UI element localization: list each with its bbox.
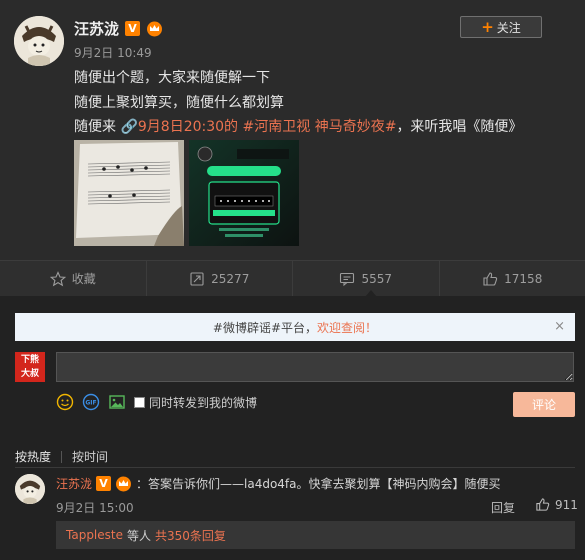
image-icon[interactable] xyxy=(108,393,126,411)
comment-like-button[interactable]: 911 xyxy=(535,497,578,512)
topic-link[interactable]: #河南卫视 神马奇妙夜# xyxy=(243,119,397,135)
tab-sort-hot[interactable]: 按热度 xyxy=(15,448,51,465)
repost-label: 同时转发到我的微博 xyxy=(149,395,258,410)
comment-like-count: 911 xyxy=(555,497,578,512)
logo-line2: 大叔 xyxy=(20,369,39,379)
like-button[interactable]: 17158 xyxy=(440,261,585,296)
close-icon[interactable]: × xyxy=(554,319,565,334)
plus-icon: + xyxy=(481,17,494,36)
crown-icon[interactable] xyxy=(115,475,132,492)
emoji-icon[interactable] xyxy=(56,393,74,411)
comment-author-name[interactable]: 汪苏泷 xyxy=(56,475,92,492)
author-avatar[interactable] xyxy=(14,16,64,66)
composer-tools: GIF 同时转发到我的微博 xyxy=(56,392,257,412)
post-image-sheet-music[interactable] xyxy=(74,140,184,246)
post-text-line1: 随便出个题，大家来随便解一下 xyxy=(74,70,270,86)
line3-suffix: ，来听我唱《随便》 xyxy=(396,119,523,135)
reply-count-link[interactable]: 共350条回复 xyxy=(155,527,226,544)
tab-sort-time[interactable]: 按时间 xyxy=(72,448,108,465)
notice-link[interactable]: 欢迎查阅！ xyxy=(317,319,377,336)
logo-line1: 下熊 xyxy=(20,355,39,365)
post-text-line2: 随便上聚划算买，随便什么都划算 xyxy=(74,95,284,111)
favorite-button[interactable]: 收藏 xyxy=(0,261,147,296)
repost-checkbox[interactable]: 同时转发到我的微博 xyxy=(134,394,257,411)
star-icon xyxy=(49,270,66,286)
notice-text: #微博辟谣#平台， xyxy=(212,320,318,335)
comment-author-avatar[interactable] xyxy=(15,474,45,504)
post-time[interactable]: 9月2日 10:49 xyxy=(74,44,152,61)
verified-icon[interactable]: V xyxy=(125,20,141,36)
divider xyxy=(61,450,63,463)
line3-prefix: 随便来 xyxy=(74,119,116,135)
like-icon xyxy=(536,498,550,511)
like-count: 17158 xyxy=(504,271,543,286)
post-actions-bar: 收藏 25277 5557 17158 xyxy=(0,260,585,296)
comment-text: ：答案告诉你们——la4do4fa。快拿去聚划算【神码内购会】随便买 xyxy=(136,477,501,491)
link-icon[interactable]: 🔗 xyxy=(120,119,137,135)
time-link[interactable]: 9月8日20:30的 xyxy=(138,119,238,135)
post-text-line3: 随便来 🔗9月8日20:30的 #河南卫视 神马奇妙夜#，来听我唱《随便》 xyxy=(74,116,522,136)
comment-count: 5557 xyxy=(361,271,393,286)
svg-text:GIF: GIF xyxy=(85,400,96,407)
reply-middle-text: 等人 xyxy=(127,528,152,543)
gif-icon[interactable]: GIF xyxy=(82,393,100,411)
reply-button[interactable]: 回复 xyxy=(491,499,515,516)
follow-button[interactable]: + 关注 xyxy=(460,16,542,38)
author-row: 汪苏泷 V xyxy=(74,18,163,38)
crown-icon[interactable] xyxy=(146,20,163,37)
favorite-label: 收藏 xyxy=(71,272,96,286)
comment-sort-tabs: 按热度 按时间 xyxy=(15,448,108,465)
comment-time: 9月2日 15:00 xyxy=(56,501,134,515)
rumor-notice-banner: #微博辟谣#平台， 欢迎查阅！ × xyxy=(15,313,575,341)
verified-icon[interactable]: V xyxy=(96,476,112,491)
divider-line xyxy=(15,467,575,468)
comment-input[interactable] xyxy=(56,352,574,382)
user-avatar-logo[interactable]: 下熊 大叔 xyxy=(15,352,45,382)
comment-line: 汪苏泷 V ：答案告诉你们——la4do4fa。快拿去聚划算【神码内购会】随便买 xyxy=(56,475,501,492)
like-icon xyxy=(483,271,498,286)
weibo-post: 汪苏泷 V 9月2日 10:49 + 关注 随便出个题，大家来随便解一下 随便上… xyxy=(0,0,585,260)
author-name[interactable]: 汪苏泷 xyxy=(74,18,119,39)
post-image-promo-poster[interactable] xyxy=(189,140,299,246)
follow-label: 关注 xyxy=(496,20,521,35)
checkbox-box[interactable] xyxy=(134,396,145,408)
repost-icon xyxy=(190,271,204,286)
comment-icon xyxy=(340,272,355,286)
submit-comment-button[interactable]: 评论 xyxy=(513,392,575,417)
repost-count: 25277 xyxy=(211,271,250,286)
reply-user[interactable]: Tappleste xyxy=(66,528,123,542)
replies-summary[interactable]: Tappleste 等人 共350条回复 xyxy=(56,521,575,549)
comment-area: #微博辟谣#平台， 欢迎查阅！ × 下熊 大叔 GIF 同时转发到我的微博 评论… xyxy=(0,296,585,560)
repost-button[interactable]: 25277 xyxy=(147,261,293,296)
